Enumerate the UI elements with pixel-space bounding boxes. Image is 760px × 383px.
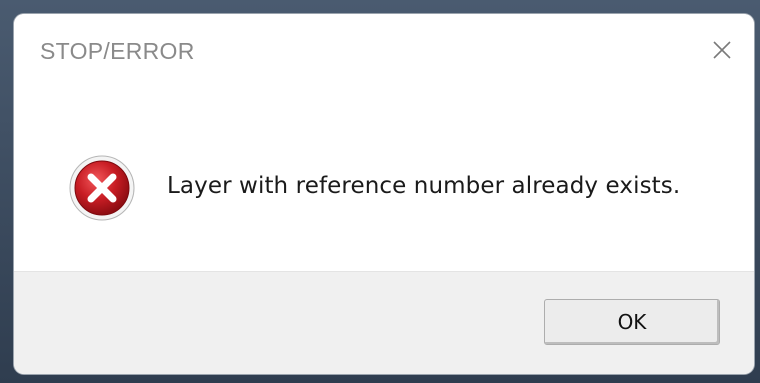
error-dialog: STOP/ERROR Layer with reference number a…	[14, 14, 754, 374]
error-message: Layer with reference number already exis…	[167, 173, 681, 199]
dialog-footer: OK	[14, 271, 754, 374]
dialog-titlebar: STOP/ERROR	[14, 14, 754, 94]
close-icon	[712, 40, 732, 60]
close-button[interactable]	[700, 28, 744, 72]
dialog-content: Layer with reference number already exis…	[14, 94, 754, 271]
dialog-title: STOP/ERROR	[40, 38, 195, 64]
error-x-icon	[68, 154, 136, 222]
ok-button[interactable]: OK	[544, 299, 720, 345]
